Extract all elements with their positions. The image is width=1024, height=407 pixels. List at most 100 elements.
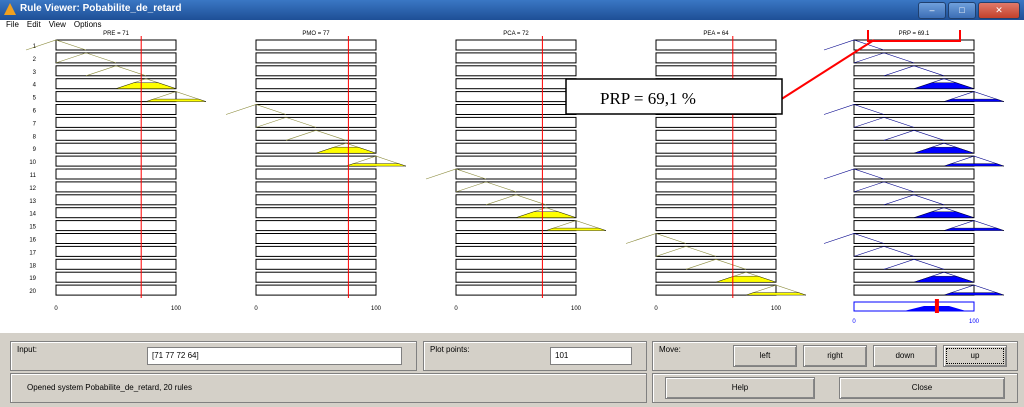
rule-cell[interactable]	[255, 129, 377, 141]
rule-cell[interactable]	[853, 129, 975, 141]
rule-cell[interactable]	[455, 194, 577, 206]
close-button[interactable]: Close	[839, 377, 1005, 399]
rule-cell[interactable]	[255, 245, 377, 257]
rule-cell[interactable]	[255, 168, 377, 180]
rule-cell[interactable]	[853, 258, 975, 270]
rule-cell[interactable]	[655, 258, 777, 270]
rule-cell[interactable]	[853, 181, 975, 193]
rule-cell[interactable]	[55, 220, 177, 232]
plot-points-field[interactable]: 101	[550, 347, 632, 365]
rule-cell[interactable]	[55, 258, 177, 270]
rule-cell[interactable]	[655, 155, 777, 167]
rule-cell[interactable]	[55, 194, 177, 206]
rule-cell[interactable]	[55, 284, 177, 296]
rule-cell[interactable]	[455, 258, 577, 270]
rule-cell[interactable]	[255, 52, 377, 64]
rule-cell[interactable]	[455, 181, 577, 193]
rule-cell[interactable]	[655, 220, 777, 232]
rule-cell[interactable]	[55, 129, 177, 141]
rule-cell[interactable]	[255, 39, 377, 51]
move-right-button[interactable]: right	[803, 345, 867, 367]
rule-cell[interactable]	[55, 104, 177, 115]
move-down-button[interactable]: down	[873, 345, 937, 367]
rule-cell[interactable]	[455, 271, 577, 283]
rule-cell[interactable]	[455, 39, 577, 51]
rule-cell[interactable]	[455, 91, 577, 103]
rule-number: 7	[33, 121, 37, 127]
minimize-button[interactable]: –	[918, 2, 946, 19]
rule-cell[interactable]	[455, 65, 577, 77]
rule-cell[interactable]	[455, 142, 577, 154]
firing-area	[345, 163, 407, 167]
rule-cell[interactable]	[455, 245, 577, 257]
rule-cell[interactable]	[55, 116, 177, 128]
rule-cell[interactable]	[655, 194, 777, 206]
rule-cell[interactable]	[255, 91, 377, 103]
move-up-button[interactable]: up	[943, 345, 1007, 367]
rule-cell[interactable]	[255, 220, 377, 232]
rule-cell[interactable]	[55, 65, 177, 77]
rule-cell[interactable]	[455, 116, 577, 128]
rule-cell[interactable]	[655, 142, 777, 154]
rule-cell[interactable]	[655, 245, 777, 257]
rule-cell[interactable]	[655, 129, 777, 141]
rule-cell[interactable]	[853, 245, 975, 257]
rule-number: 9	[33, 147, 37, 153]
rule-cell[interactable]	[255, 258, 377, 270]
rule-cell[interactable]	[55, 233, 177, 244]
maximize-button[interactable]: □	[948, 2, 976, 19]
rule-cell[interactable]	[55, 245, 177, 257]
close-window-button[interactable]: ✕	[978, 2, 1020, 19]
rule-cell[interactable]	[255, 104, 377, 115]
rule-cell[interactable]	[455, 284, 577, 296]
rule-cell[interactable]	[55, 39, 177, 51]
rule-cell[interactable]	[255, 65, 377, 77]
rule-cell[interactable]	[655, 233, 777, 244]
rule-cell[interactable]	[455, 233, 577, 244]
rule-cell[interactable]	[853, 168, 975, 180]
rule-cell[interactable]	[853, 104, 975, 115]
rule-cell[interactable]	[255, 284, 377, 296]
menu-edit[interactable]: Edit	[27, 20, 41, 30]
rule-cell[interactable]	[55, 207, 177, 219]
rule-cell[interactable]	[853, 194, 975, 206]
rule-cell[interactable]	[55, 155, 177, 167]
move-left-button[interactable]: left	[733, 345, 797, 367]
rule-cell[interactable]	[455, 155, 577, 167]
rule-cell[interactable]	[55, 271, 177, 283]
rule-cell[interactable]	[455, 78, 577, 90]
rule-cell[interactable]	[255, 207, 377, 219]
rule-cell[interactable]	[853, 52, 975, 64]
rule-cell[interactable]	[655, 181, 777, 193]
rule-cell[interactable]	[655, 116, 777, 128]
rule-cell[interactable]	[655, 65, 777, 77]
rule-cell[interactable]	[255, 116, 377, 128]
rule-cell[interactable]	[655, 39, 777, 51]
rule-cell[interactable]	[455, 168, 577, 180]
rule-cell[interactable]	[255, 194, 377, 206]
menu-options[interactable]: Options	[74, 20, 102, 30]
input-label: Input:	[17, 345, 38, 354]
rule-cell[interactable]	[853, 116, 975, 128]
rule-cell[interactable]	[55, 181, 177, 193]
rule-cell[interactable]	[55, 168, 177, 180]
rule-cell[interactable]	[655, 52, 777, 64]
menu-file[interactable]: File	[6, 20, 19, 30]
rule-cell[interactable]	[255, 271, 377, 283]
rule-cell[interactable]	[455, 52, 577, 64]
rule-cell[interactable]	[455, 129, 577, 141]
input-field[interactable]: [71 77 72 64]	[147, 347, 402, 365]
rule-cell[interactable]	[853, 65, 975, 77]
rule-cell[interactable]	[255, 233, 377, 244]
rule-cell[interactable]	[655, 207, 777, 219]
rule-cell[interactable]	[255, 181, 377, 193]
rule-cell[interactable]	[55, 142, 177, 154]
rule-cell[interactable]	[655, 168, 777, 180]
help-button[interactable]: Help	[665, 377, 815, 399]
rule-cell[interactable]	[55, 52, 177, 64]
rule-cell[interactable]	[255, 78, 377, 90]
menu-view[interactable]: View	[49, 20, 66, 30]
rule-cell[interactable]	[455, 104, 577, 115]
rule-viewer-plot[interactable]: 1234567891011121314151617181920PRE = 710…	[0, 30, 1024, 330]
rule-cell[interactable]	[853, 233, 975, 244]
